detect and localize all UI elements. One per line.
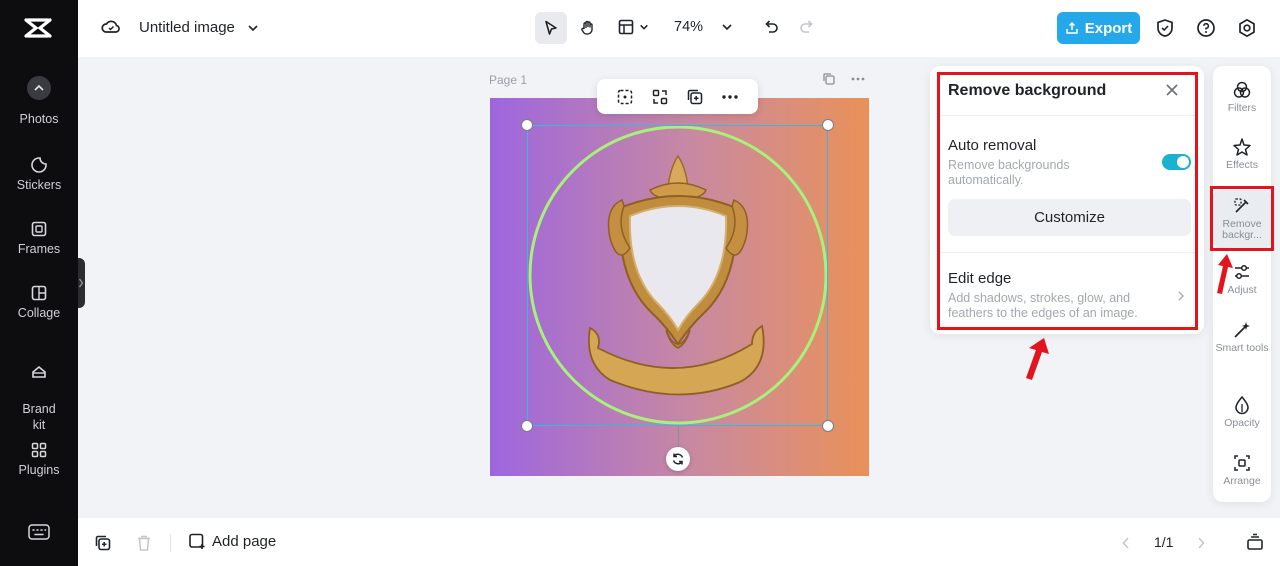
shield-icon xyxy=(1157,19,1173,37)
chevron-up-icon xyxy=(34,84,44,91)
highlight-annotation-box xyxy=(1210,186,1274,251)
hand-icon xyxy=(581,20,593,35)
duplicate-icon[interactable] xyxy=(686,88,704,106)
arrow-annotation-icon xyxy=(1217,254,1233,294)
trash-icon[interactable] xyxy=(136,534,152,552)
resize-handle-bottom-right[interactable] xyxy=(822,420,834,432)
hand-tool-button[interactable] xyxy=(572,12,604,44)
divider xyxy=(170,534,171,552)
sidebar-item-collage[interactable]: Collage xyxy=(0,284,78,320)
chevron-down-icon xyxy=(248,24,258,31)
tool-effects[interactable]: Effects xyxy=(1213,137,1271,171)
more-icon[interactable] xyxy=(721,94,739,100)
document-title[interactable]: Untitled image xyxy=(139,19,259,36)
pages-panel-icon[interactable] xyxy=(1246,533,1264,551)
tool-smart-tools[interactable]: Smart tools xyxy=(1213,320,1271,354)
chevron-down-icon xyxy=(640,24,648,30)
select-tool-button[interactable] xyxy=(535,12,567,44)
collage-icon xyxy=(31,285,47,301)
selection-box[interactable] xyxy=(527,125,828,426)
arrow-annotation-icon xyxy=(1026,338,1049,380)
chevron-down-icon xyxy=(722,24,732,31)
smart-tools-icon xyxy=(1234,322,1250,338)
previous-page-icon[interactable] xyxy=(1121,536,1131,550)
capcut-logo[interactable] xyxy=(24,16,52,40)
sidebar-item-label: Plugins xyxy=(18,463,60,477)
help-button[interactable] xyxy=(1196,18,1216,38)
settings-button[interactable] xyxy=(1237,18,1257,38)
sidebar-item-plugins[interactable]: Plugins xyxy=(0,441,78,477)
sidebar-item-label: Frames xyxy=(17,242,61,256)
next-page-icon[interactable] xyxy=(1196,536,1206,550)
sticker-icon xyxy=(31,157,47,173)
redo-button[interactable] xyxy=(798,18,816,36)
rotate-icon xyxy=(672,453,684,465)
sidebar-item-photos[interactable]: Photos xyxy=(0,112,78,126)
highlight-annotation-box xyxy=(937,72,1198,330)
tool-label: Opacity xyxy=(1224,417,1260,429)
tool-label: Arrange xyxy=(1223,475,1261,487)
add-page-button[interactable]: Add page xyxy=(188,532,276,550)
rotate-connector xyxy=(678,426,679,447)
undo-button[interactable] xyxy=(762,18,780,36)
undo-icon xyxy=(765,20,778,33)
page-label: Page 1 xyxy=(489,73,528,87)
layout-menu-button[interactable] xyxy=(617,18,649,36)
duplicate-page-icon[interactable] xyxy=(822,72,836,86)
adjust-icon xyxy=(1235,264,1249,280)
resize-handle-top-left[interactable] xyxy=(521,119,533,131)
opacity-icon xyxy=(1235,395,1249,415)
sidebar-item-stickers[interactable]: Stickers xyxy=(0,156,78,192)
help-icon xyxy=(1197,19,1215,37)
tool-label: Smart tools xyxy=(1215,342,1269,354)
tool-arrange[interactable]: Arrange xyxy=(1213,453,1271,487)
left-sidebar: Photos Stickers Frames Collage Brand kit… xyxy=(0,0,78,566)
tool-label: Filters xyxy=(1227,102,1257,114)
replace-icon[interactable] xyxy=(651,88,669,106)
bottom-bar: Add page 1/1 xyxy=(78,518,1280,566)
rotate-handle[interactable] xyxy=(666,447,690,471)
sidebar-item-label: Brand kit xyxy=(22,402,56,432)
gear-icon xyxy=(1239,18,1255,38)
shield-button[interactable] xyxy=(1155,18,1175,38)
frame-icon xyxy=(31,221,47,237)
add-page-label: Add page xyxy=(212,532,277,550)
sidebar-item-label: Stickers xyxy=(16,178,62,192)
crop-select-icon[interactable] xyxy=(616,88,634,106)
chevron-right-icon xyxy=(79,278,84,288)
more-options-icon[interactable] xyxy=(851,76,865,82)
zoom-level: 74% xyxy=(674,19,704,35)
redo-icon xyxy=(800,20,813,33)
document-title-text: Untitled image xyxy=(139,19,235,36)
element-toolbar xyxy=(597,79,758,114)
keyboard-icon[interactable] xyxy=(28,524,50,540)
plugins-icon xyxy=(31,442,47,458)
tool-filters[interactable]: Filters xyxy=(1213,80,1271,114)
resize-handle-bottom-left[interactable] xyxy=(521,420,533,432)
effects-icon xyxy=(1233,138,1251,156)
top-bar: Untitled image 74% Export xyxy=(78,0,1280,57)
export-label: Export xyxy=(1084,19,1133,37)
sidebar-item-label: Collage xyxy=(17,306,61,320)
upload-icon xyxy=(1065,21,1078,34)
page-indicator: 1/1 xyxy=(1154,534,1174,550)
sidebar-item-label: Photos xyxy=(19,112,59,126)
sidebar-item-frames[interactable]: Frames xyxy=(0,220,78,256)
layout-icon xyxy=(618,19,634,35)
sidebar-collapse-handle[interactable] xyxy=(78,258,85,308)
arrange-icon xyxy=(1234,455,1250,471)
cloud-save-icon[interactable] xyxy=(100,16,122,38)
filters-icon xyxy=(1233,81,1251,98)
zoom-control[interactable]: 74% xyxy=(674,19,733,35)
cursor-icon xyxy=(545,20,557,35)
tool-opacity[interactable]: Opacity xyxy=(1213,395,1271,429)
duplicate-page-icon[interactable] xyxy=(94,534,112,552)
collapse-up-button[interactable] xyxy=(27,76,51,100)
sidebar-item-brand-kit[interactable]: Brand kit xyxy=(0,347,78,433)
brand-kit-icon xyxy=(32,365,46,378)
export-button[interactable]: Export xyxy=(1057,12,1140,44)
resize-handle-top-right[interactable] xyxy=(822,119,834,131)
add-page-icon xyxy=(189,533,205,549)
tool-label: Effects xyxy=(1226,159,1258,171)
